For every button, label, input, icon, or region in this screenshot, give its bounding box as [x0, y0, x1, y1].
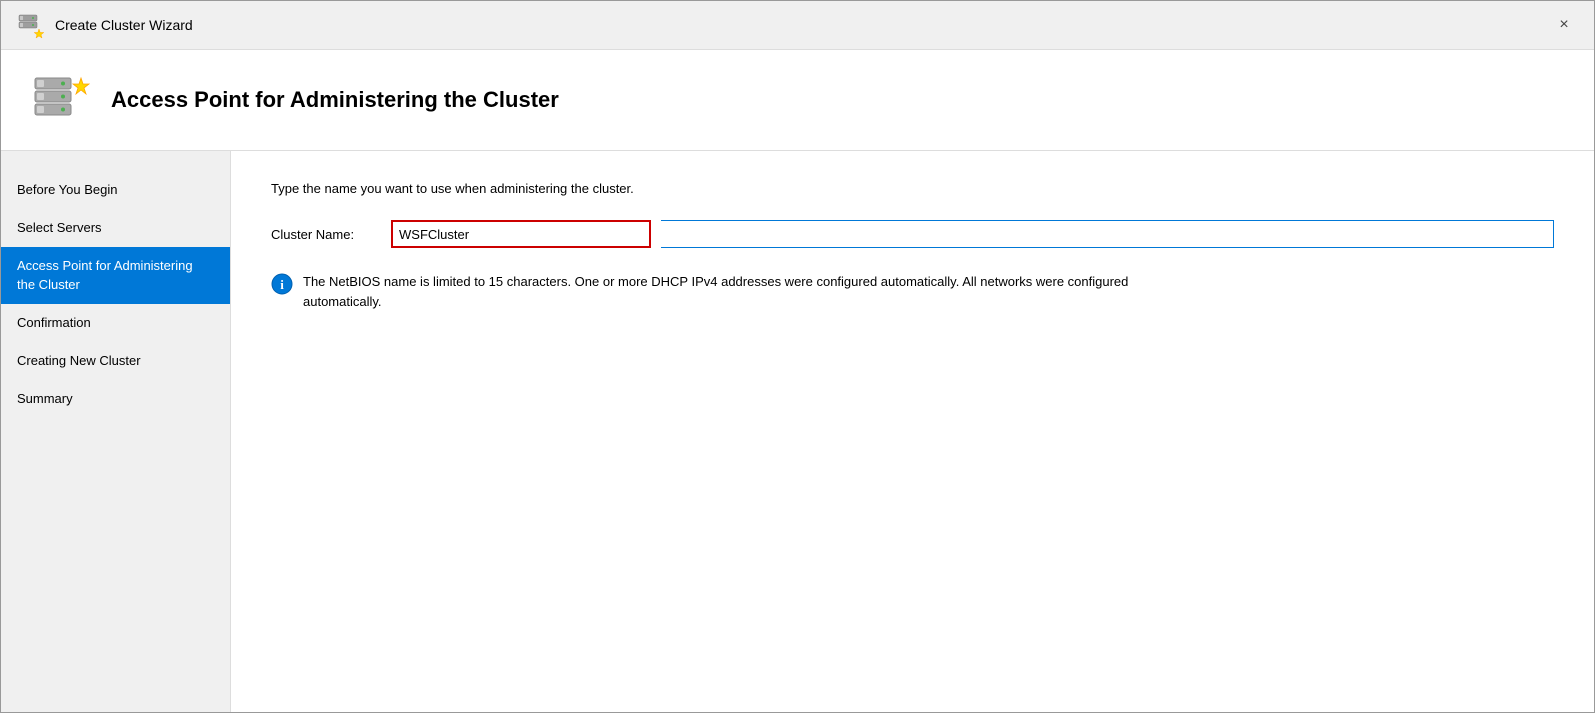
sidebar-item-select-servers[interactable]: Select Servers: [1, 209, 230, 247]
sidebar-item-summary[interactable]: Summary: [1, 380, 230, 418]
header-section: Access Point for Administering the Clust…: [1, 50, 1594, 151]
page-title: Access Point for Administering the Clust…: [111, 87, 559, 113]
sidebar: Before You Begin Select Servers Access P…: [1, 151, 231, 712]
cluster-name-label: Cluster Name:: [271, 227, 381, 242]
info-icon: i: [271, 273, 293, 295]
sidebar-item-before-you-begin[interactable]: Before You Begin: [1, 171, 230, 209]
window-title: Create Cluster Wizard: [55, 17, 193, 33]
sidebar-item-access-point[interactable]: Access Point for Administering the Clust…: [1, 247, 230, 303]
cluster-name-input-secondary[interactable]: [661, 220, 1554, 248]
sidebar-item-creating-new-cluster[interactable]: Creating New Cluster: [1, 342, 230, 380]
info-box: i The NetBIOS name is limited to 15 char…: [271, 272, 1171, 311]
cluster-name-row: Cluster Name:: [271, 220, 1554, 248]
wizard-window: Create Cluster Wizard × Access Point for…: [0, 0, 1595, 713]
title-bar: Create Cluster Wizard ×: [1, 1, 1594, 50]
info-text: The NetBIOS name is limited to 15 charac…: [303, 272, 1171, 311]
instruction-text: Type the name you want to use when admin…: [271, 181, 1554, 196]
cluster-name-input[interactable]: [391, 220, 651, 248]
main-content: Type the name you want to use when admin…: [231, 151, 1594, 712]
content-area: Before You Begin Select Servers Access P…: [1, 151, 1594, 712]
sidebar-item-confirmation[interactable]: Confirmation: [1, 304, 230, 342]
header-icon: [31, 70, 91, 130]
title-bar-left: Create Cluster Wizard: [17, 11, 193, 39]
close-button[interactable]: ×: [1550, 11, 1578, 39]
svg-text:i: i: [280, 277, 284, 292]
title-icon: [17, 11, 45, 39]
